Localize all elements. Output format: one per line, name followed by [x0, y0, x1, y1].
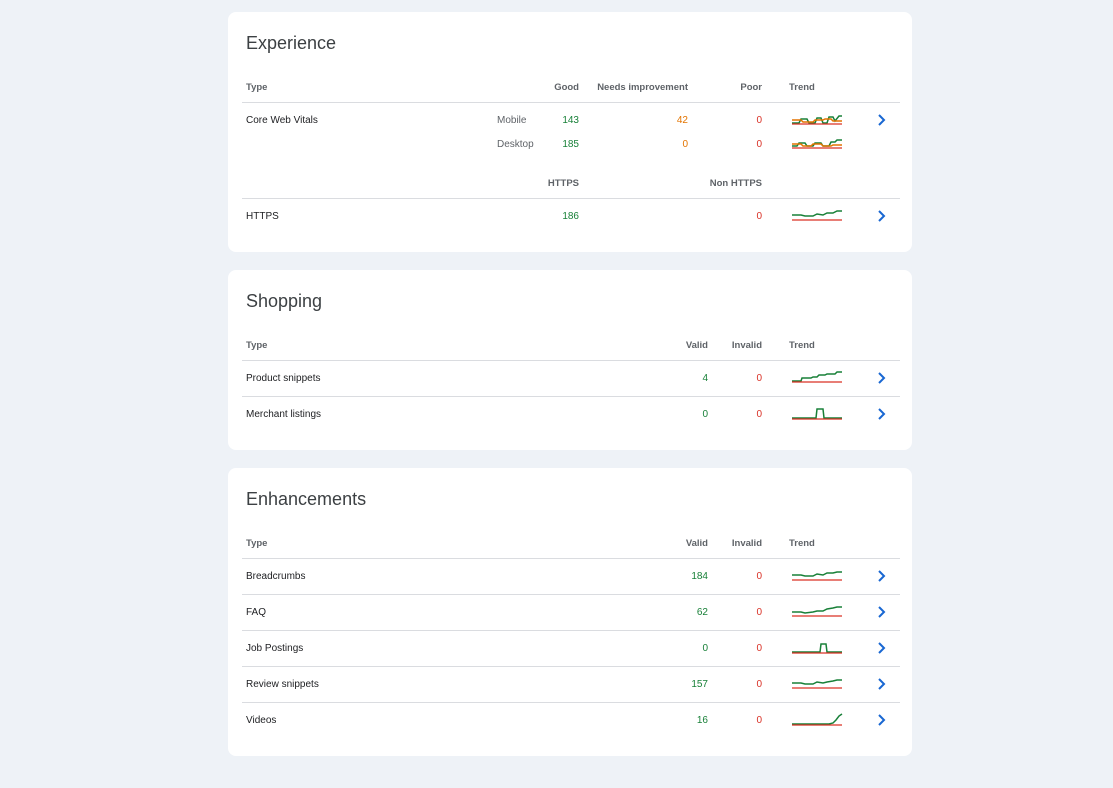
header-invalid: Invalid: [731, 340, 762, 351]
header-valid: Valid: [685, 538, 708, 549]
mobile-poor-count: 0: [756, 115, 762, 126]
chevron-right-icon[interactable]: [876, 113, 888, 127]
enhancements-card: Enhancements Type Valid Invalid Trend Br…: [228, 468, 912, 756]
enhancements-title: Enhancements: [246, 489, 367, 509]
header-https: HTTPS: [547, 178, 579, 189]
header-trend: Trend: [789, 82, 815, 93]
divider: [242, 396, 900, 397]
non-https-count: 0: [756, 211, 762, 222]
desktop-trend-sparkline: [792, 139, 842, 149]
chevron-right-icon[interactable]: [876, 371, 888, 385]
invalid-count: 0: [756, 571, 762, 582]
valid-count: 4: [702, 373, 708, 384]
divider: [242, 594, 900, 595]
row-name: Merchant listings: [246, 409, 322, 420]
invalid-count: 0: [756, 373, 762, 384]
desktop-poor-count: 0: [756, 139, 762, 150]
valid-count: 62: [696, 607, 708, 618]
invalid-count: 0: [756, 607, 762, 618]
invalid-count: 0: [756, 409, 762, 420]
faq-trend-sparkline: [792, 606, 842, 617]
https-count: 186: [562, 211, 579, 222]
job-postings-trend-sparkline: [792, 643, 842, 654]
chevron-right-icon[interactable]: [876, 209, 888, 223]
mobile-trend-sparkline: [792, 115, 842, 125]
invalid-count: 0: [756, 679, 762, 690]
row-name: Job Postings: [246, 643, 304, 654]
valid-count: 0: [702, 409, 708, 420]
product-snippets-trend-sparkline: [792, 371, 842, 383]
experience-card: Experience Type Good Needs improvement P…: [228, 12, 912, 252]
header-type: Type: [246, 82, 268, 93]
header-type: Type: [246, 340, 268, 351]
header-invalid: Invalid: [731, 538, 762, 549]
header-trend: Trend: [789, 340, 815, 351]
invalid-count: 0: [756, 715, 762, 726]
divider: [242, 558, 900, 559]
chevron-right-icon[interactable]: [876, 677, 888, 691]
row-name: Videos: [246, 715, 277, 726]
experience-title: Experience: [246, 33, 337, 53]
videos-trend-sparkline: [792, 713, 843, 726]
mobile-needs-improvement-count: 42: [676, 115, 688, 126]
chevron-right-icon[interactable]: [876, 641, 888, 655]
row-name: Review snippets: [246, 679, 319, 690]
header-trend: Trend: [789, 538, 815, 549]
breadcrumbs-trend-sparkline: [792, 571, 842, 581]
header-type: Type: [246, 538, 268, 549]
chevron-right-icon[interactable]: [876, 713, 888, 727]
row-name: Breadcrumbs: [246, 571, 306, 582]
divider: [242, 630, 900, 631]
mobile-label: Mobile: [497, 115, 527, 126]
header-needs-improvement: Needs improvement: [597, 82, 688, 93]
valid-count: 0: [702, 643, 708, 654]
divider: [242, 666, 900, 667]
row-name: HTTPS: [246, 211, 279, 222]
header-non-https: Non HTTPS: [709, 178, 762, 189]
row-name: Core Web Vitals: [246, 115, 318, 126]
review-snippets-trend-sparkline: [792, 679, 842, 689]
valid-count: 16: [696, 715, 708, 726]
desktop-needs-improvement-count: 0: [682, 139, 688, 150]
valid-count: 184: [691, 571, 708, 582]
mobile-good-count: 143: [562, 115, 579, 126]
divider: [242, 360, 900, 361]
valid-count: 157: [691, 679, 708, 690]
divider: [242, 102, 900, 103]
row-name: FAQ: [246, 607, 267, 618]
chevron-right-icon[interactable]: [876, 605, 888, 619]
divider: [242, 702, 900, 703]
header-good: Good: [554, 82, 579, 93]
shopping-card: Shopping Type Valid Invalid Trend Produc…: [228, 270, 912, 450]
desktop-good-count: 185: [562, 139, 579, 150]
row-name: Product snippets: [246, 373, 321, 384]
shopping-title: Shopping: [246, 291, 323, 311]
chevron-right-icon[interactable]: [876, 569, 888, 583]
https-trend-sparkline: [792, 210, 842, 221]
header-poor: Poor: [740, 82, 762, 93]
chevron-right-icon[interactable]: [876, 407, 888, 421]
merchant-listings-trend-sparkline: [792, 408, 842, 420]
header-valid: Valid: [685, 340, 708, 351]
invalid-count: 0: [756, 643, 762, 654]
divider: [242, 198, 900, 199]
